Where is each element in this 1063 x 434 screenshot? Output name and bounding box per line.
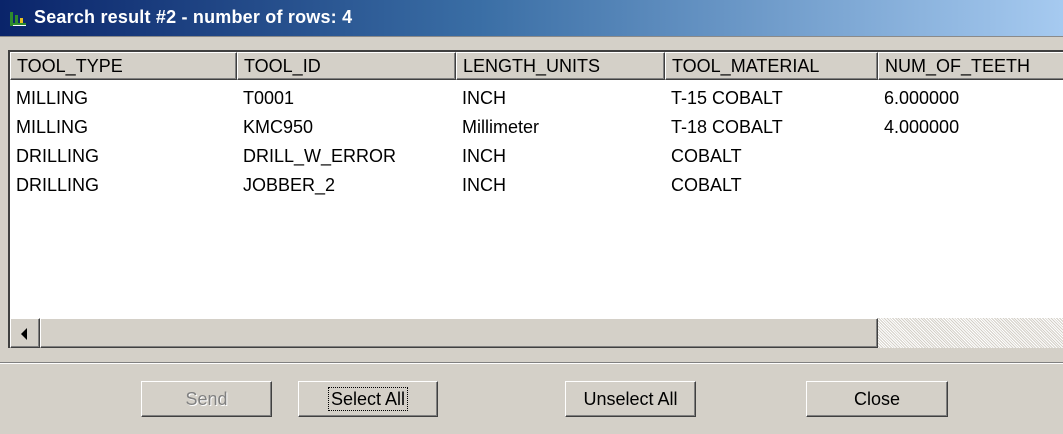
cell-length-units: INCH (462, 88, 506, 108)
table-row[interactable]: DRILLING DRILL_W_ERROR INCH COBALT (10, 142, 1063, 171)
cell-tool-type: DRILLING (16, 146, 100, 166)
table-row[interactable]: MILLING T0001 INCH T-15 COBALT 6.000000 (10, 84, 1063, 113)
cell-tool-material: T-18 COBALT (671, 117, 783, 137)
cell-length-units: INCH (462, 175, 506, 195)
cell-num-of-teeth: 4.000000 (884, 117, 960, 137)
column-header-tool-material[interactable]: TOOL_MATERIAL (665, 52, 878, 80)
table-row[interactable]: DRILLING JOBBER_2 INCH COBALT (10, 171, 1063, 200)
column-header-num-of-teeth[interactable]: NUM_OF_TEETH (878, 52, 1063, 80)
cell-tool-material: T-15 COBALT (671, 88, 783, 108)
arrow-left-icon (21, 328, 27, 340)
send-button-label: Send (185, 389, 228, 409)
window-title: Search result #2 - number of rows: 4 (34, 7, 353, 27)
cell-tool-type: MILLING (16, 88, 89, 108)
column-header-tool-type[interactable]: TOOL_TYPE (10, 52, 237, 80)
results-grid[interactable]: TOOL_TYPE TOOL_ID LENGTH_UNITS TOOL_MATE… (8, 50, 1063, 348)
unselect-all-button[interactable]: Unselect All (565, 381, 696, 417)
title-bar[interactable]: Search result #2 - number of rows: 4 (0, 0, 1063, 37)
cell-tool-type: DRILLING (16, 175, 100, 195)
cell-tool-id: JOBBER_2 (243, 175, 336, 195)
table-result-icon (10, 12, 26, 26)
cell-tool-type: MILLING (16, 117, 89, 137)
cell-length-units: Millimeter (462, 117, 540, 137)
cell-tool-material: COBALT (671, 146, 742, 166)
close-button[interactable]: Close (806, 381, 948, 417)
scroll-track[interactable] (878, 318, 1063, 348)
cell-num-of-teeth (878, 142, 884, 171)
cell-tool-id: DRILL_W_ERROR (243, 146, 397, 166)
table-row[interactable]: MILLING KMC950 Millimeter T-18 COBALT 4.… (10, 113, 1063, 142)
cell-num-of-teeth: 6.000000 (884, 88, 960, 108)
column-header-length-units[interactable]: LENGTH_UNITS (456, 52, 665, 80)
grid-header-row: TOOL_TYPE TOOL_ID LENGTH_UNITS TOOL_MATE… (10, 52, 1063, 80)
scroll-thumb[interactable] (40, 318, 878, 348)
scroll-left-button[interactable] (10, 318, 40, 348)
cell-tool-id: KMC950 (243, 117, 314, 137)
cell-tool-material: COBALT (671, 175, 742, 195)
select-all-button-label: Select All (327, 387, 409, 411)
cell-tool-id: T0001 (243, 88, 295, 108)
send-button[interactable]: Send (141, 381, 272, 417)
cell-num-of-teeth (878, 171, 884, 200)
unselect-all-button-label: Unselect All (583, 389, 678, 409)
horizontal-scrollbar[interactable] (10, 318, 1063, 348)
search-result-window: Search result #2 - number of rows: 4 TOO… (0, 0, 1063, 434)
cell-length-units: INCH (462, 146, 506, 166)
column-header-tool-id[interactable]: TOOL_ID (237, 52, 456, 80)
close-button-label: Close (853, 389, 901, 409)
select-all-button[interactable]: Select All (298, 381, 438, 417)
button-area-divider-highlight (0, 363, 1063, 364)
